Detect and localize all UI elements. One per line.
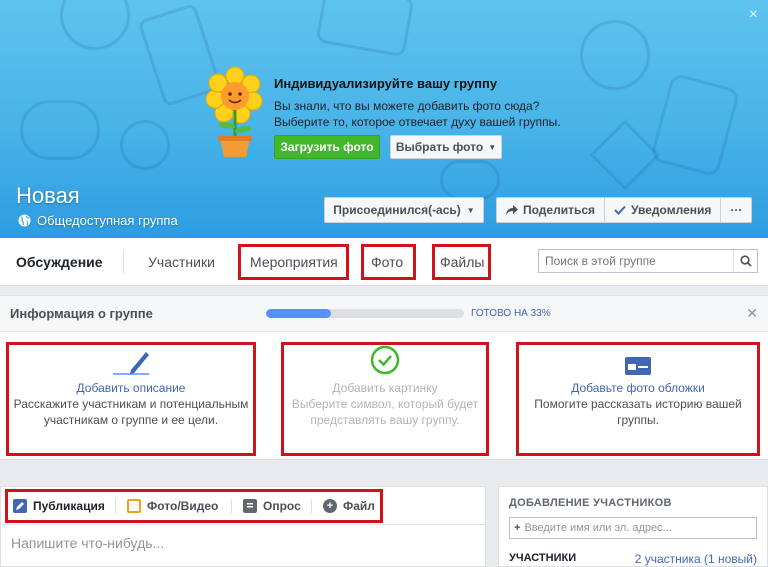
tab-events[interactable]: Мероприятия [250, 238, 338, 286]
setup-progress-fill [266, 309, 332, 318]
tab-members[interactable]: Участники [148, 238, 215, 286]
add-description-link[interactable]: Добавить описание [12, 380, 250, 396]
group-info-title: Информация о группе [10, 306, 153, 321]
cover-photo-icon [625, 357, 651, 375]
joined-label: Присоединился(-ась) [333, 203, 461, 217]
tab-divider [231, 499, 232, 513]
cover-doodle [315, 0, 415, 58]
close-icon[interactable]: ✕ [746, 305, 758, 322]
cover-doodle [60, 0, 130, 50]
composer-tab-post[interactable]: Публикация [13, 497, 105, 515]
globe-icon [18, 214, 31, 227]
composer-tab-label: Файл [343, 499, 375, 513]
group-name: Новая [16, 183, 80, 208]
share-button[interactable]: Поделиться [497, 198, 604, 222]
upload-photo-button[interactable]: Загрузить фото [274, 135, 380, 159]
checkmark-icon [614, 205, 626, 215]
card-icon [286, 342, 484, 376]
add-file-icon: + [323, 499, 337, 513]
cover-doodle [589, 119, 661, 191]
add-cover-card[interactable]: Добавьте фото обложки Помогите рассказат… [522, 342, 754, 456]
group-privacy-label: Общедоступная группа [37, 213, 178, 228]
search-button[interactable] [733, 250, 757, 272]
tab-files[interactable]: Файлы [440, 238, 484, 286]
group-actions: Поделиться Уведомления ··· [496, 197, 753, 223]
joined-dropdown-button[interactable]: Присоединился(-ась) ▼ [324, 197, 484, 223]
search-icon [739, 255, 752, 267]
cover-doodle [120, 120, 170, 170]
add-description-card[interactable]: Добавить описание Расскажите участникам … [12, 342, 250, 456]
add-member-placeholder: Введите имя или эл. адрес... [524, 522, 672, 534]
group-search [538, 249, 758, 273]
close-icon[interactable]: × [749, 6, 758, 24]
group-privacy: Общедоступная группа [18, 213, 178, 228]
composer-tab-file[interactable]: + Файл [323, 497, 375, 515]
poll-icon [243, 499, 257, 513]
composer-tab-label: Опрос [263, 499, 301, 513]
tab-divider [115, 499, 116, 513]
cover-photo-area: × Индивидуализируйте вашу группу Вы знал… [0, 0, 768, 238]
checkmark-circle-icon [370, 345, 400, 375]
share-arrow-icon [506, 204, 518, 215]
tab-divider [311, 499, 312, 513]
tab-divider [123, 250, 124, 274]
composer-tabs: Публикация Фото/Видео Опрос + Файл [1, 487, 487, 525]
add-members-panel: ДОБАВЛЕНИЕ УЧАСТНИКОВ + Введите имя или … [498, 486, 768, 567]
pencil-icon [13, 499, 27, 513]
tab-photos[interactable]: Фото [371, 238, 403, 286]
add-members-title: ДОБАВЛЕНИЕ УЧАСТНИКОВ [509, 497, 672, 509]
composer-tab-label: Фото/Видео [147, 499, 219, 513]
more-options-button[interactable]: ··· [720, 198, 751, 222]
choose-photo-label: Выбрать фото [395, 140, 484, 154]
setup-progress-bar [266, 309, 464, 318]
share-label: Поделиться [523, 203, 596, 217]
add-member-input[interactable]: + Введите имя или эл. адрес... [509, 517, 757, 539]
group-info-header: Информация о группе ГОТОВО НА 33% ✕ [0, 296, 768, 332]
pencil-icon [113, 352, 149, 375]
notifications-button[interactable]: Уведомления [604, 198, 720, 222]
card-icon [12, 342, 250, 376]
cover-doodle [649, 72, 741, 178]
composer-tab-label: Публикация [33, 499, 105, 513]
promo-text: Вы знали, что вы можете добавить фото сю… [274, 99, 561, 129]
members-count-link[interactable]: 2 участника (1 новый) [635, 552, 757, 566]
caret-down-icon: ▼ [466, 205, 475, 215]
composer-tab-photo-video[interactable]: Фото/Видео [127, 497, 218, 515]
card-icon [522, 342, 754, 376]
photo-icon [127, 499, 141, 513]
cover-doodle [440, 160, 500, 200]
setup-progress-text: ГОТОВО НА 33% [471, 308, 551, 319]
plus-icon: + [514, 522, 521, 534]
cover-doodle [580, 20, 650, 90]
tab-discussion[interactable]: Обсуждение [16, 238, 103, 286]
customize-group-promo: Индивидуализируйте вашу группу Вы знали,… [206, 66, 566, 166]
add-cover-text: Помогите рассказать историю вашей группы… [534, 397, 742, 427]
composer-tab-poll[interactable]: Опрос [243, 497, 301, 515]
add-image-card[interactable]: Добавить картинку Выберите символ, котор… [286, 342, 484, 456]
group-tab-bar: Обсуждение Участники Мероприятия Фото Фа… [0, 238, 768, 286]
flower-illustration-icon [206, 66, 263, 157]
members-label: УЧАСТНИКИ [509, 552, 577, 564]
cover-doodle [20, 100, 100, 160]
caret-down-icon: ▼ [488, 142, 497, 152]
add-description-text: Расскажите участникам и потенциальным уч… [13, 397, 249, 427]
choose-photo-button[interactable]: Выбрать фото ▼ [390, 135, 502, 159]
group-info-panel: Информация о группе ГОТОВО НА 33% ✕ Доба… [0, 295, 768, 460]
composer-input[interactable]: Напишите что-нибудь... [11, 535, 164, 551]
group-search-input[interactable] [539, 250, 733, 272]
add-image-link[interactable]: Добавить картинку [286, 380, 484, 396]
add-image-text: Выберите символ, который будет представл… [291, 397, 479, 427]
post-composer: Публикация Фото/Видео Опрос + Файл Напиш… [0, 486, 487, 567]
promo-title: Индивидуализируйте вашу группу [274, 76, 498, 91]
notifications-label: Уведомления [631, 203, 712, 217]
add-cover-link[interactable]: Добавьте фото обложки [522, 380, 754, 396]
